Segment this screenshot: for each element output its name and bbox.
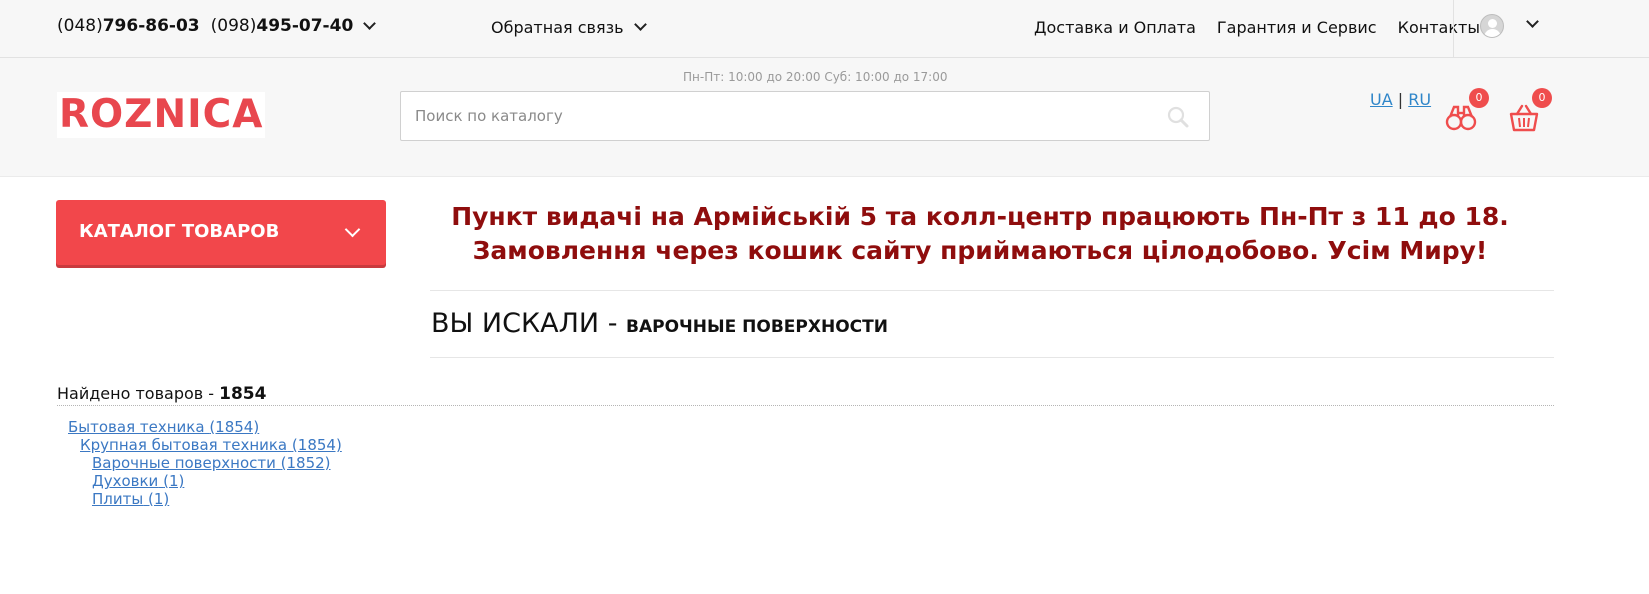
divider — [1453, 0, 1454, 58]
working-hours: Пн-Пт: 10:00 до 20:00 Суб: 10:00 до 17:0… — [683, 70, 948, 84]
language-switcher: UA | RU — [1370, 90, 1431, 109]
category-link[interactable]: Варочные поверхности (1852) — [92, 454, 331, 472]
nav-delivery-link[interactable]: Доставка и Оплата — [1034, 18, 1196, 37]
feedback-chevron-down-icon — [633, 18, 647, 31]
category-link[interactable]: Бытовая техника (1854) — [68, 418, 259, 436]
announcement-banner: Пункт видачі на Армійській 5 та колл-цен… — [430, 200, 1530, 268]
user-avatar-icon[interactable] — [1480, 14, 1504, 38]
top-bar: (048) 796-86-03 (098) 495-07-40 Обратная с… — [0, 0, 1649, 58]
phone2-code: (098) — [210, 16, 257, 36]
feedback-label: Обратная связь — [491, 18, 624, 37]
nav-contacts-link[interactable]: Контакты — [1398, 18, 1480, 37]
feedback-dropdown[interactable]: Обратная связь — [491, 18, 647, 37]
search-icon[interactable] — [1167, 106, 1189, 128]
cart-count-badge: 0 — [1532, 88, 1552, 108]
found-label: Найдено товаров - — [57, 384, 220, 403]
nav-warranty-link[interactable]: Гарантия и Сервис — [1217, 18, 1377, 37]
header: ROZNICA Пн-Пт: 10:00 до 20:00 Суб: 10:00… — [0, 58, 1649, 177]
phone1-number[interactable]: 796-86-03 — [103, 16, 200, 36]
phone2-number[interactable]: 495-07-40 — [256, 16, 353, 36]
top-nav: Доставка и Оплата Гарантия и Сервис Конт… — [1034, 18, 1480, 37]
search-input[interactable] — [401, 92, 1141, 140]
category-link[interactable]: Крупная бытовая техника (1854) — [80, 436, 342, 454]
divider — [430, 290, 1554, 291]
search-query: ВАРОЧНЫЕ ПОВЕРХНОСТИ — [626, 317, 888, 337]
found-number: 1854 — [219, 384, 267, 404]
divider — [57, 405, 1554, 406]
lang-ru-link[interactable]: RU — [1408, 90, 1431, 109]
phone-numbers: (048) 796-86-03 (098) 495-07-40 — [57, 16, 377, 36]
logo[interactable]: ROZNICA — [57, 92, 266, 138]
search-box — [400, 91, 1210, 141]
compare-count-badge: 0 — [1469, 88, 1489, 108]
category-link[interactable]: Духовки (1) — [92, 472, 184, 490]
announcement-line-1: Пункт видачі на Армійській 5 та колл-цен… — [451, 202, 1509, 231]
lang-separator: | — [1397, 90, 1404, 109]
found-count: Найдено товаров - 1854 — [57, 384, 266, 404]
divider — [430, 357, 1554, 358]
catalog-chevron-down-icon — [344, 221, 361, 238]
user-menu-chevron-down-icon[interactable] — [1526, 15, 1539, 28]
search-title: ВЫ ИСКАЛИ - ВАРОЧНЫЕ ПОВЕРХНОСТИ — [431, 308, 888, 339]
phone1-code: (048) — [57, 16, 103, 36]
search-title-prefix: ВЫ ИСКАЛИ - — [431, 308, 627, 339]
catalog-button-label: КАТАЛОГ ТОВАРОВ — [79, 221, 280, 242]
announcement-line-2: Замовлення через кошик сайту приймаються… — [472, 236, 1488, 265]
phones-chevron-down-icon[interactable] — [363, 16, 377, 30]
catalog-button[interactable]: КАТАЛОГ ТОВАРОВ — [56, 200, 386, 265]
category-link[interactable]: Плиты (1) — [92, 490, 169, 508]
lang-ua-link[interactable]: UA — [1370, 90, 1393, 109]
